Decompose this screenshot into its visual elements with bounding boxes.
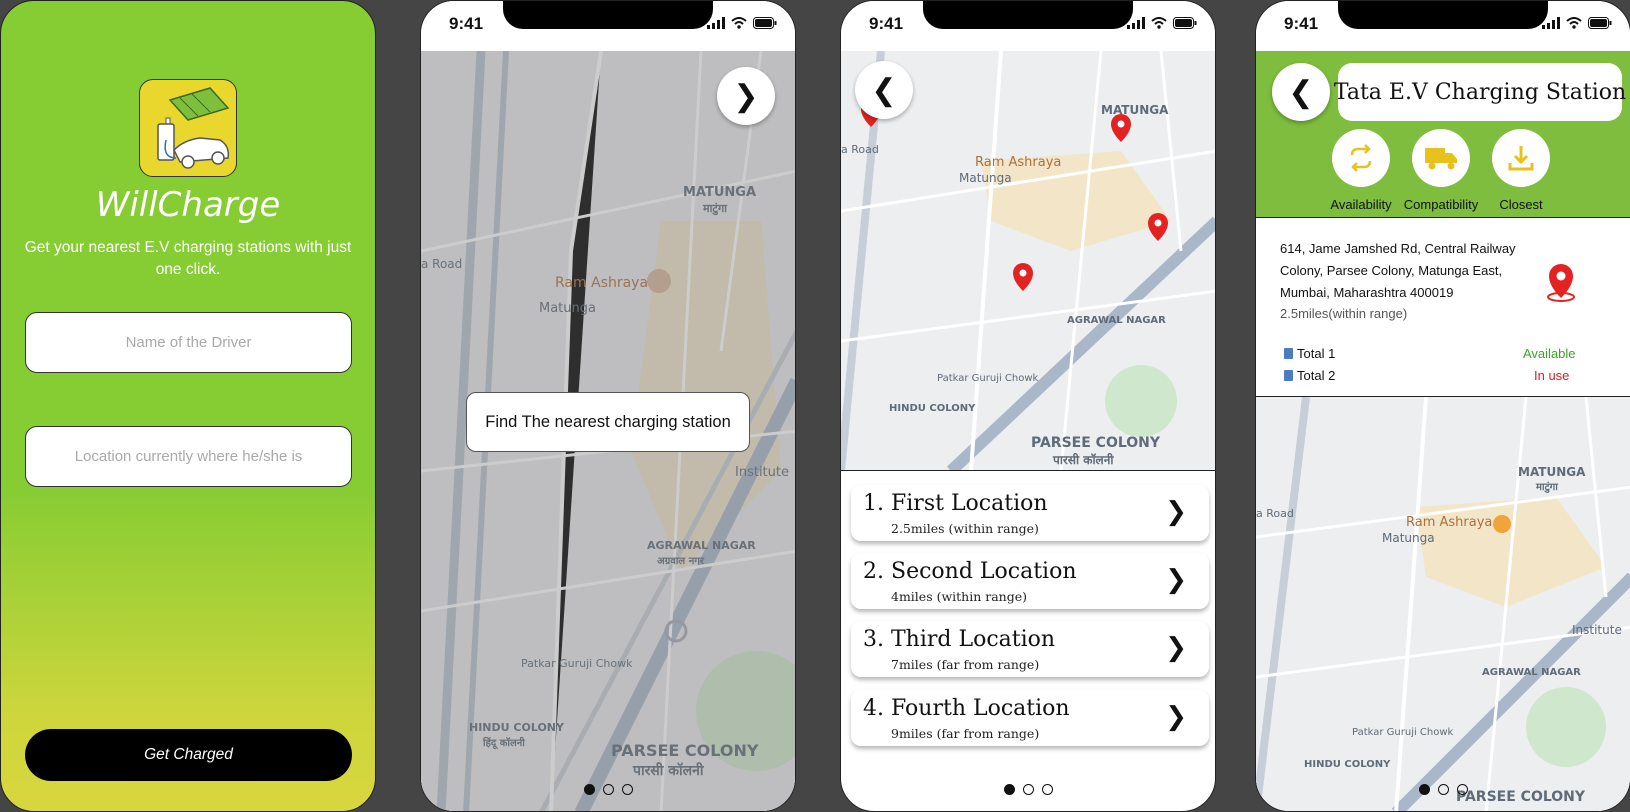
page-dot-2[interactable] (1437, 784, 1449, 795)
driver-name-input[interactable]: Name of the Driver (25, 312, 352, 373)
status-bar: 9:41 (421, 1, 795, 51)
station-title: Tata E.V Charging Station (1334, 63, 1626, 121)
find-station-prompt[interactable]: Find The nearest charging station (466, 392, 750, 452)
page-indicator (841, 784, 1215, 795)
wifi-icon (731, 17, 747, 29)
charger-row-1: Total 1 (1284, 346, 1335, 361)
status-time: 9:41 (869, 14, 904, 33)
map-view[interactable]: MATUNGA माटुंगा Ram Ashraya Matunga a Ro… (1256, 397, 1630, 811)
wifi-icon (1151, 17, 1167, 29)
station-address: 614, Jame Jamshed Rd, Central Railway Co… (1280, 241, 1516, 300)
wifi-icon (1566, 17, 1582, 29)
charger-row-2: Total 2 (1284, 368, 1335, 383)
charger-1-status: Available (1523, 346, 1576, 361)
page-dot-1[interactable] (1418, 784, 1430, 795)
availability-label: Availability (1330, 197, 1392, 212)
search-screen: 9:41 MATUNGA माटुंगा Ram Ashraya Matunga… (420, 0, 796, 812)
chevron-right-icon: ❯ (733, 79, 759, 113)
station-detail-screen: 9:41 ❮ Tata E.V Charging Station Availab… (1255, 0, 1630, 812)
location-item-4[interactable]: 4. Fourth Location 9miles (far from rang… (851, 690, 1209, 746)
next-button[interactable]: ❯ (717, 67, 775, 125)
page-dot-3[interactable] (1456, 784, 1468, 795)
status-bar: 9:41 (1256, 1, 1630, 51)
app-tagline: Get your nearest E.V charging stations w… (24, 239, 352, 278)
station-info-card: 614, Jame Jamshed Rd, Central Railway Co… (1256, 217, 1630, 397)
signal-icon (1127, 17, 1145, 29)
page-dot-1[interactable] (1003, 784, 1015, 795)
signal-icon (1542, 17, 1560, 29)
battery-icon (753, 17, 777, 29)
closest-label: Closest (1499, 197, 1543, 212)
page-dot-1[interactable] (583, 784, 595, 795)
welcome-screen: WillCharge Get your nearest E.V charging… (0, 0, 376, 812)
compatibility-button[interactable] (1412, 129, 1470, 187)
chevron-right-icon: ❯ (1165, 497, 1187, 527)
get-charged-button[interactable]: Get Charged (25, 729, 352, 781)
fuel-pump-icon (1284, 348, 1293, 359)
location-input[interactable]: Location currently where he/she is (25, 426, 352, 487)
battery-icon (1588, 17, 1612, 29)
truck-icon (1425, 148, 1457, 170)
status-bar: 9:41 (841, 1, 1215, 51)
app-logo (139, 79, 237, 177)
closest-button[interactable] (1492, 129, 1550, 187)
app-title: WillCharge (95, 185, 281, 225)
locations-screen: 9:41 MATUNGA Ram Ashraya Matunga a Road … (840, 0, 1216, 812)
chevron-right-icon: ❯ (1165, 633, 1187, 663)
location-pin-icon (1547, 264, 1575, 302)
station-range: 2.5miles(within range) (1280, 306, 1408, 321)
page-dot-2[interactable] (602, 784, 614, 795)
chevron-right-icon: ❯ (1165, 565, 1187, 595)
compatibility-label: Compatibility (1403, 197, 1479, 212)
location-item-3[interactable]: 3. Third Location 7miles (far from range… (851, 621, 1209, 677)
signal-icon (707, 17, 725, 29)
chevron-left-icon: ❮ (1288, 75, 1314, 109)
location-item-1[interactable]: 1. First Location 2.5miles (within range… (851, 485, 1209, 541)
location-item-2[interactable]: 2. Second Location 4miles (within range)… (851, 553, 1209, 609)
back-button[interactable]: ❮ (1272, 63, 1330, 121)
chevron-left-icon: ❮ (871, 73, 897, 107)
page-indicator (421, 784, 795, 795)
page-dot-2[interactable] (1022, 784, 1034, 795)
refresh-icon (1350, 144, 1372, 172)
availability-button[interactable] (1332, 129, 1390, 187)
page-dot-3[interactable] (621, 784, 633, 795)
status-time: 9:41 (1284, 14, 1319, 33)
charger-2-status: In use (1534, 368, 1570, 383)
download-icon (1508, 146, 1534, 171)
page-indicator (1256, 784, 1630, 795)
page-dot-3[interactable] (1041, 784, 1053, 795)
back-button[interactable]: ❮ (855, 61, 913, 119)
fuel-pump-icon (1284, 370, 1293, 381)
battery-icon (1173, 17, 1197, 29)
chevron-right-icon: ❯ (1165, 702, 1187, 732)
status-time: 9:41 (449, 14, 484, 33)
